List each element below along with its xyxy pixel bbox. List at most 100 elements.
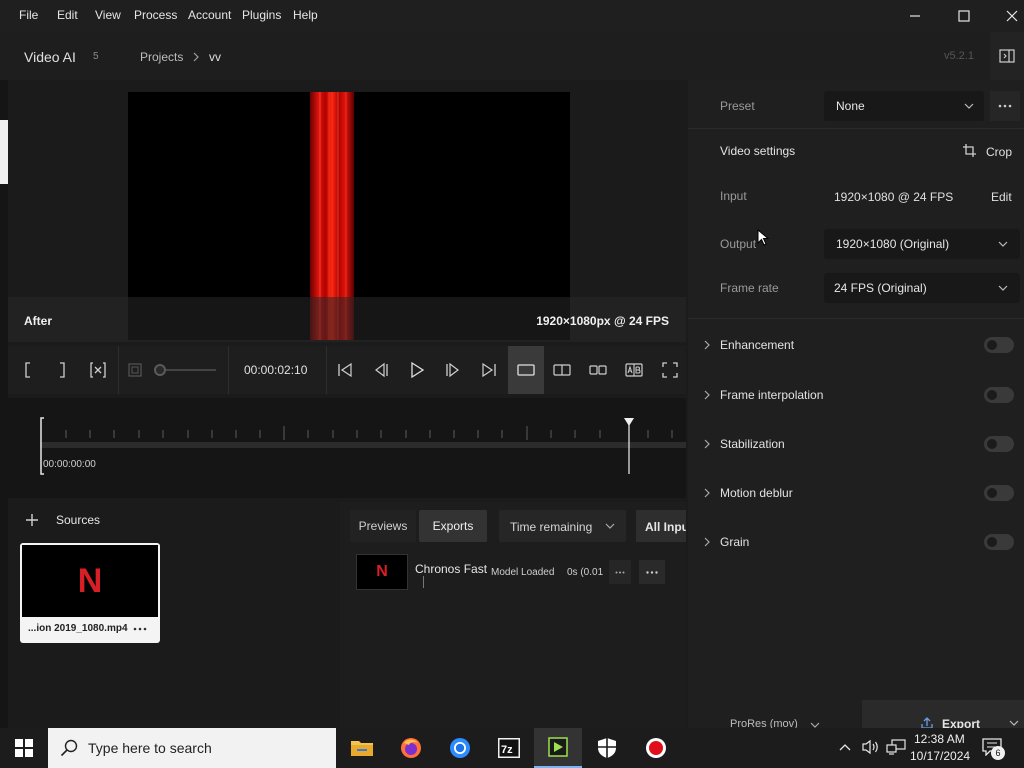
playhead-marker-icon bbox=[624, 418, 634, 474]
menu-help[interactable]: Help bbox=[293, 8, 318, 22]
side-by-side-button[interactable] bbox=[586, 346, 610, 394]
play-button[interactable] bbox=[405, 346, 429, 394]
export-item-more-button[interactable] bbox=[639, 560, 665, 584]
source-card[interactable]: N ...ion 2019_1080.mp4 bbox=[20, 543, 160, 643]
svg-text:7z: 7z bbox=[501, 744, 513, 756]
timeline[interactable]: 00:00:00:00 bbox=[8, 398, 686, 498]
taskbar-file-explorer[interactable] bbox=[338, 728, 386, 768]
breadcrumb-projects[interactable]: Projects bbox=[140, 50, 183, 64]
previous-frame-button[interactable] bbox=[369, 346, 393, 394]
input-edit-button[interactable]: Edit bbox=[991, 190, 1012, 204]
preset-value: None bbox=[836, 99, 865, 113]
section-motion-deblur[interactable]: Motion deblur bbox=[688, 480, 1024, 506]
menu-file[interactable]: File bbox=[19, 8, 38, 22]
menu-bar: File Edit View Process Account Plugins H… bbox=[0, 0, 1024, 32]
breadcrumb-current: vv bbox=[209, 50, 221, 64]
fullscreen-button[interactable] bbox=[658, 346, 682, 394]
settings-panel: Preset None Video settings Crop Input 19… bbox=[688, 80, 1024, 731]
set-out-point-button[interactable] bbox=[50, 346, 74, 394]
compare-ab-button[interactable] bbox=[622, 346, 646, 394]
menu-plugins[interactable]: Plugins bbox=[242, 8, 281, 22]
sort-select[interactable]: Time remaining bbox=[499, 510, 626, 542]
input-label: Input bbox=[720, 189, 747, 203]
next-frame-button[interactable] bbox=[441, 346, 465, 394]
source-more-button[interactable] bbox=[130, 622, 150, 636]
close-button[interactable] bbox=[989, 0, 1024, 32]
play-icon bbox=[411, 362, 425, 378]
app-header: Video AI 5 Projects vv v5.2.1 bbox=[0, 32, 1024, 80]
video-settings-title: Video settings bbox=[720, 144, 796, 158]
taskbar-recorder[interactable] bbox=[632, 728, 680, 768]
motion-deblur-toggle[interactable] bbox=[984, 485, 1014, 501]
start-button[interactable] bbox=[0, 728, 48, 768]
go-to-end-button[interactable] bbox=[477, 346, 501, 394]
filter-button[interactable]: All Inpu bbox=[636, 510, 686, 542]
export-item-time: 0s (0.01 bbox=[567, 567, 604, 578]
timecode-display[interactable]: 00:00:02:10 bbox=[244, 363, 307, 377]
network-button[interactable] bbox=[886, 739, 908, 757]
add-source-button[interactable] bbox=[22, 511, 42, 529]
set-in-point-button[interactable] bbox=[16, 346, 40, 394]
zoom-fit-button[interactable] bbox=[124, 346, 146, 394]
frame-interpolation-toggle[interactable] bbox=[984, 387, 1014, 403]
clock[interactable]: 12:38 AM 10/17/2024 bbox=[908, 731, 970, 765]
skip-to-end-icon bbox=[482, 362, 496, 378]
shield-icon bbox=[598, 738, 616, 758]
menu-process[interactable]: Process bbox=[134, 8, 177, 22]
export-item-action-button[interactable] bbox=[609, 560, 631, 584]
notifications-button[interactable]: 6 bbox=[982, 738, 1008, 760]
split-view-button[interactable] bbox=[550, 346, 574, 394]
taskbar-search[interactable]: Type here to search bbox=[48, 728, 336, 768]
zoom-slider[interactable] bbox=[154, 363, 218, 377]
clear-range-button[interactable] bbox=[86, 346, 110, 394]
section-grain[interactable]: Grain bbox=[688, 529, 1024, 555]
grain-toggle[interactable] bbox=[984, 534, 1014, 550]
sources-title: Sources bbox=[56, 513, 101, 527]
taskbar-chrome[interactable] bbox=[436, 728, 484, 768]
source-file-name: ...ion 2019_1080.mp4 bbox=[28, 623, 128, 634]
clock-time: 12:38 AM bbox=[914, 732, 965, 746]
menu-edit[interactable]: Edit bbox=[57, 8, 78, 22]
maximize-button[interactable] bbox=[941, 0, 987, 32]
chrome-icon bbox=[450, 738, 470, 758]
go-to-start-button[interactable] bbox=[333, 346, 357, 394]
menu-account[interactable]: Account bbox=[188, 8, 231, 22]
taskbar-7zip[interactable]: 7z bbox=[485, 728, 533, 768]
crop-button[interactable]: Crop bbox=[962, 142, 1014, 160]
app-name: Video AI bbox=[24, 49, 76, 65]
minimize-button[interactable] bbox=[892, 0, 938, 32]
side-by-side-icon bbox=[589, 365, 607, 375]
chevron-down-icon bbox=[998, 241, 1008, 247]
fullscreen-icon bbox=[662, 362, 678, 378]
single-view-button[interactable] bbox=[508, 346, 544, 394]
preset-label: Preset bbox=[720, 99, 755, 113]
chevron-right-icon bbox=[193, 52, 199, 62]
preset-dropdown[interactable]: None bbox=[824, 91, 984, 121]
preset-more-button[interactable] bbox=[990, 91, 1020, 121]
volume-button[interactable] bbox=[861, 739, 883, 757]
enhancement-toggle[interactable] bbox=[984, 337, 1014, 353]
maximize-icon bbox=[958, 10, 970, 22]
taskbar-firefox[interactable] bbox=[387, 728, 435, 768]
crop-label: Crop bbox=[986, 145, 1013, 159]
tab-exports[interactable]: Exports bbox=[419, 510, 487, 542]
playhead[interactable] bbox=[622, 418, 636, 474]
chevron-down-icon bbox=[998, 285, 1008, 291]
show-hidden-icons-button[interactable] bbox=[838, 740, 856, 756]
stabilization-toggle[interactable] bbox=[984, 436, 1014, 452]
menu-view[interactable]: View bbox=[95, 8, 121, 22]
taskbar-video-ai[interactable] bbox=[534, 728, 582, 768]
section-stabilization[interactable]: Stabilization bbox=[688, 431, 1024, 457]
tab-exports-label: Exports bbox=[432, 519, 474, 533]
export-button[interactable]: Export bbox=[862, 700, 1024, 731]
frame-rate-dropdown[interactable]: 24 FPS (Original) bbox=[824, 273, 1020, 303]
tab-previews[interactable]: Previews bbox=[350, 510, 416, 542]
zoom-slider-handle[interactable] bbox=[154, 364, 166, 376]
toggle-panel-button[interactable] bbox=[990, 32, 1024, 80]
plus-icon bbox=[26, 514, 38, 526]
section-enhancement[interactable]: Enhancement bbox=[688, 332, 1024, 358]
section-frame-interpolation[interactable]: Frame interpolation bbox=[688, 382, 1024, 408]
taskbar-security[interactable] bbox=[583, 728, 631, 768]
output-dropdown[interactable]: 1920×1080 (Original) bbox=[824, 229, 1020, 259]
chevron-down-icon bbox=[964, 103, 974, 109]
